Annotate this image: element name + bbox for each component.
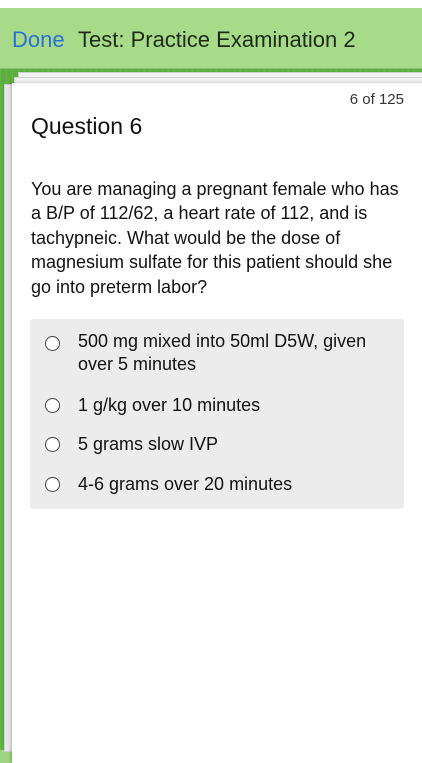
navigation-bar: Done Test: Practice Examination 2 — [0, 8, 422, 69]
answer-option-label: 5 grams slow IVP — [78, 434, 219, 454]
radio-button-icon[interactable] — [45, 398, 60, 413]
nav-title: Test: Practice Examination 2 — [78, 27, 356, 52]
status-bar — [0, 0, 422, 8]
answer-options: 500 mg mixed into 50ml D5W, given over 5… — [30, 319, 404, 509]
answer-option-label: 500 mg mixed into 50ml D5W, given over 5… — [78, 331, 367, 374]
answer-option-label: 4-6 grams over 20 minutes — [78, 474, 293, 494]
question-text: You are managing a pregnant female who h… — [31, 179, 399, 297]
radio-button-icon[interactable] — [45, 477, 60, 492]
answer-option-label: 1 g/kg over 10 minutes — [78, 395, 261, 415]
done-button[interactable]: Done — [12, 27, 65, 53]
radio-button-icon[interactable] — [45, 437, 60, 452]
radio-button-icon[interactable] — [45, 336, 60, 351]
question-title: Question 6 — [31, 113, 143, 139]
question-counter: 6 of 125 — [349, 91, 404, 108]
